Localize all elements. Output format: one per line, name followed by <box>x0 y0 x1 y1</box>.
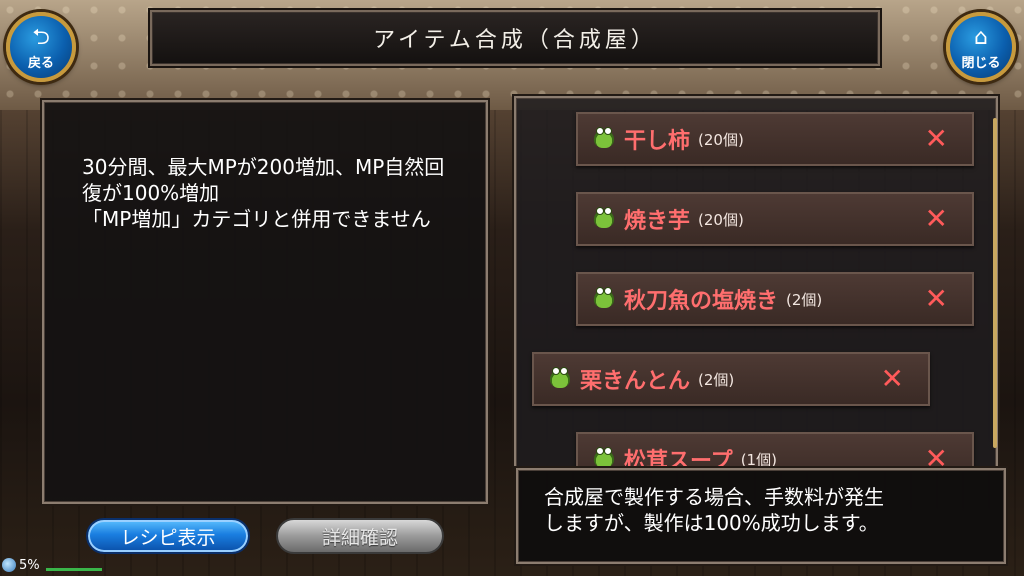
fee-notice: 合成屋で製作する場合、手数料が発生 しますが、製作は100%成功します。 <box>544 485 884 535</box>
orb-icon <box>2 558 16 572</box>
ingredient-name: 松茸スープ <box>624 449 733 470</box>
status-bar <box>46 568 102 571</box>
ingredient-list[interactable]: 干し柿 (20個) ✕ 焼き芋 (20個) ✕ 秋刀魚の塩焼き (2個) ✕ 栗… <box>514 96 998 470</box>
list-scrollbar[interactable] <box>993 118 997 448</box>
ingredient-quantity: (20個) <box>698 130 744 149</box>
recipe-button[interactable]: レシピ表示 <box>86 518 250 554</box>
frog-icon <box>594 207 614 228</box>
close-x-icon[interactable]: ✕ <box>925 205 948 233</box>
close-button-label: 閉じる <box>961 56 1001 71</box>
ingredient-item[interactable]: 焼き芋 (20個) ✕ <box>576 192 974 246</box>
frog-icon <box>594 287 614 308</box>
close-button[interactable]: ⌂ 閉じる <box>946 12 1016 82</box>
status-percent: 5% <box>19 557 40 573</box>
close-x-icon[interactable]: ✕ <box>925 285 948 313</box>
back-button-label: 戻る <box>27 56 54 71</box>
ingredient-name: 秋刀魚の塩焼き <box>624 289 779 314</box>
ingredient-quantity: (2個) <box>786 290 823 309</box>
ingredient-name: 焼き芋 <box>624 209 691 234</box>
description-panel: 30分間、最大MPが200増加、MP自然回復が100%増加 「MP増加」カテゴリ… <box>42 100 488 504</box>
ingredient-quantity: (1個) <box>740 450 777 469</box>
frog-icon <box>550 367 570 388</box>
ingredient-name: 干し柿 <box>624 129 691 154</box>
close-x-icon[interactable]: ✕ <box>925 445 948 469</box>
home-icon: ⌂ <box>974 25 988 50</box>
back-arrow-icon: ⮌ <box>32 25 50 50</box>
close-x-icon[interactable]: ✕ <box>925 125 948 153</box>
ingredient-name: 栗きんとん <box>580 369 691 394</box>
ingredient-item[interactable]: 松茸スープ (1個) ✕ <box>576 432 974 470</box>
status-indicator: 5% <box>2 556 102 574</box>
close-x-icon[interactable]: ✕ <box>881 365 904 393</box>
ingredient-item-selected[interactable]: 栗きんとん (2個) ✕ <box>532 352 930 406</box>
ingredient-quantity: (20個) <box>698 210 744 229</box>
detail-button[interactable]: 詳細確認 <box>276 518 444 554</box>
back-button[interactable]: ⮌ 戻る <box>6 12 76 82</box>
ingredient-item[interactable]: 秋刀魚の塩焼き (2個) ✕ <box>576 272 974 326</box>
item-description: 30分間、最大MPが200増加、MP自然回復が100%増加 「MP増加」カテゴリ… <box>82 155 445 231</box>
info-panel: 合成屋で製作する場合、手数料が発生 しますが、製作は100%成功します。 <box>516 468 1006 564</box>
ingredient-quantity: (2個) <box>698 370 735 389</box>
frog-icon <box>594 127 614 148</box>
ingredient-item[interactable]: 干し柿 (20個) ✕ <box>576 112 974 166</box>
page-title: アイテム合成（合成屋） <box>150 10 880 66</box>
frog-icon <box>594 447 614 468</box>
